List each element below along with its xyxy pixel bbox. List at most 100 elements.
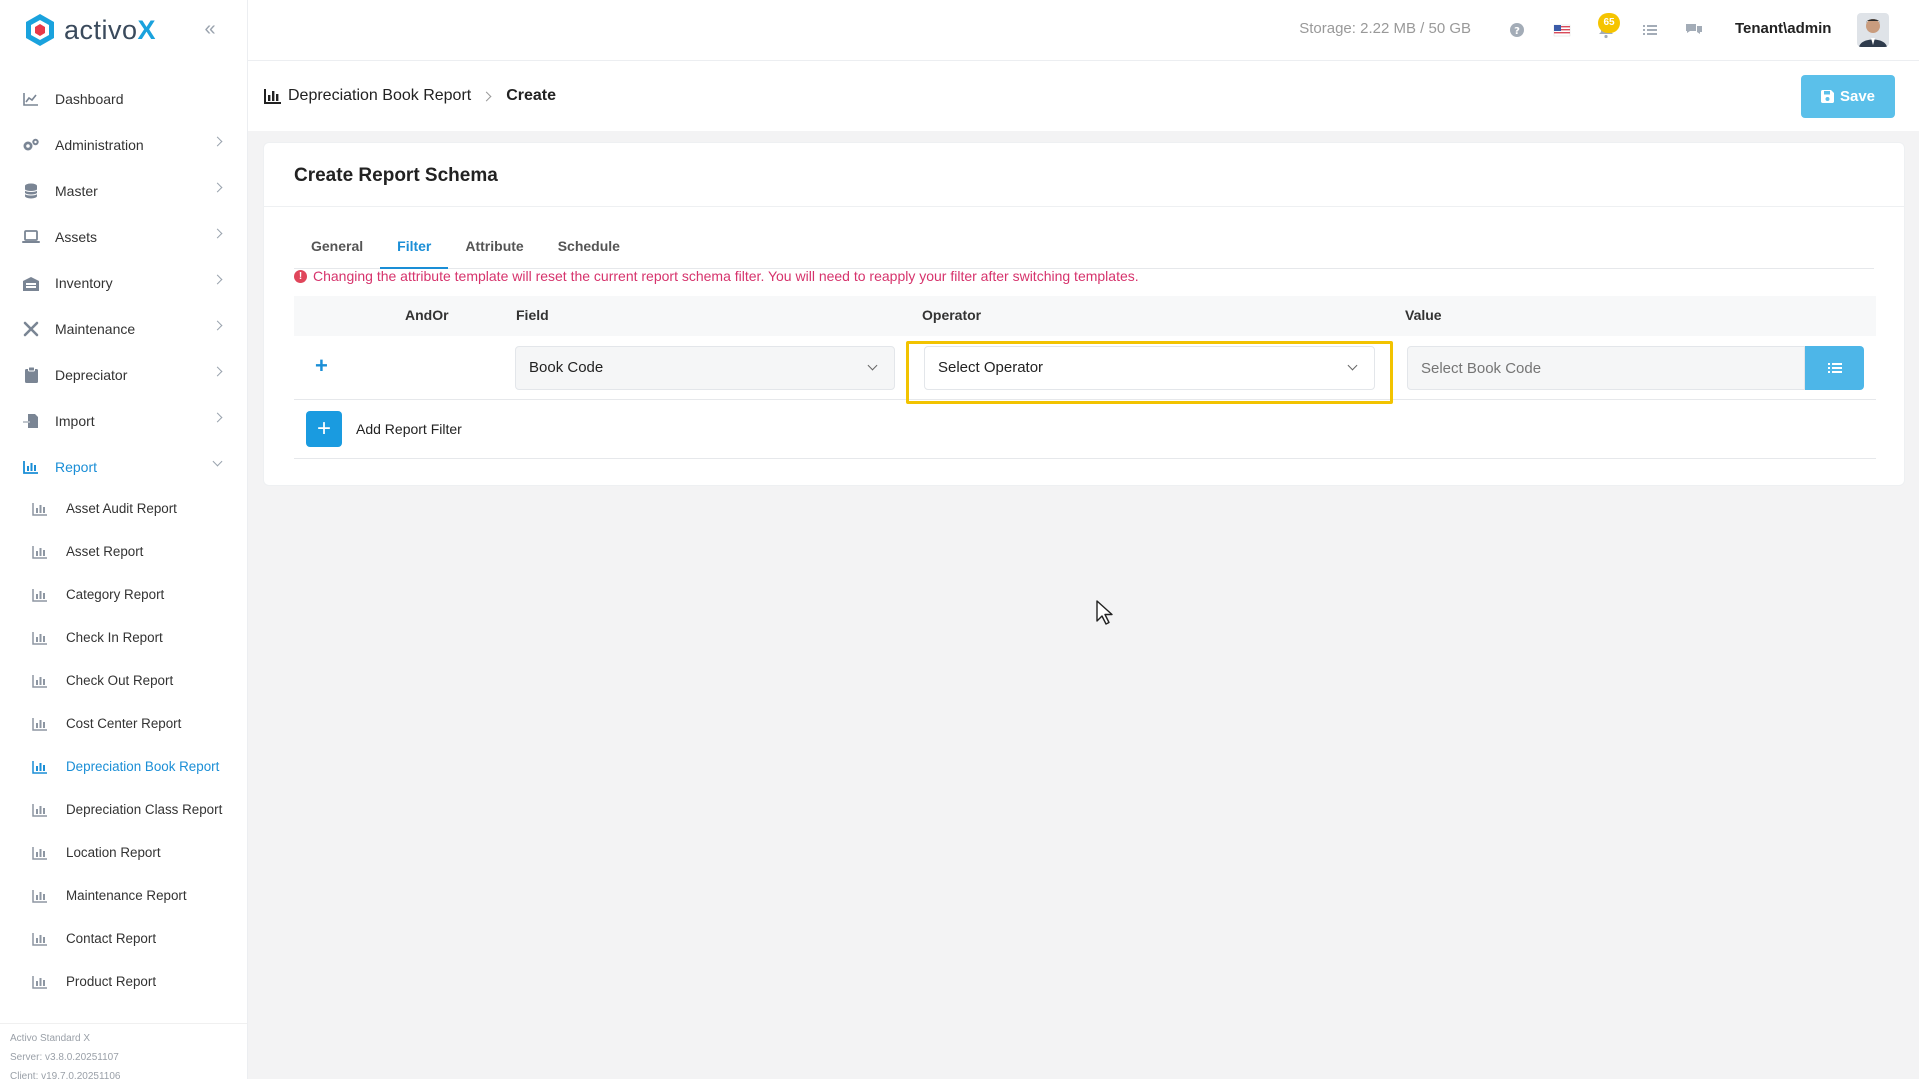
column-header-field: Field	[516, 307, 549, 323]
sidebar-item-label: Administration	[55, 137, 144, 153]
floppy-disk-icon	[1820, 90, 1834, 103]
tab-attribute[interactable]: Attribute	[448, 223, 540, 268]
chevron-right-icon	[212, 136, 223, 147]
sidebar-subitem-maintenance-report[interactable]: Maintenance Report	[0, 877, 247, 920]
sidebar-subitem-cost-center-report[interactable]: Cost Center Report	[0, 705, 247, 748]
chevron-right-icon	[212, 320, 223, 331]
sidebar-item-label: Dashboard	[55, 91, 124, 107]
sidebar-nav: Dashboard Administration Master Assets I…	[0, 76, 247, 1006]
value-input[interactable]	[1407, 346, 1805, 390]
database-icon	[22, 182, 40, 200]
sidebar-item-label: Assets	[55, 229, 98, 245]
value-picker-button[interactable]	[1805, 346, 1864, 390]
tab-bar: General Filter Attribute Schedule	[294, 223, 1874, 269]
sidebar-item-label: Master	[55, 183, 98, 199]
field-select-value: Book Code	[529, 359, 604, 376]
sidebar-subitem-contact-report[interactable]: Contact Report	[0, 920, 247, 963]
bar-chart-icon	[32, 804, 47, 817]
warning-text: Changing the attribute template will res…	[313, 268, 1139, 284]
chevron-right-icon	[212, 182, 223, 193]
sidebar-item-import[interactable]: Import	[0, 398, 247, 444]
column-header-andor: AndOr	[405, 307, 449, 323]
breadcrumb-current: Create	[506, 87, 557, 104]
sidebar-subitem-label: Check In Report	[66, 630, 163, 645]
file-import-icon	[22, 412, 40, 430]
table-row: + Book Code Select Operator	[294, 336, 1876, 404]
sidebar-item-administration[interactable]: Administration	[0, 122, 247, 168]
avatar[interactable]	[1857, 13, 1889, 47]
chevron-right-icon	[212, 412, 223, 423]
sidebar-item-report[interactable]: Report	[0, 444, 247, 490]
save-button-label: Save	[1839, 88, 1876, 105]
add-report-filter[interactable]: + Add Report Filter	[306, 411, 462, 447]
bar-chart-icon	[32, 890, 47, 903]
svg-text:?: ?	[1514, 26, 1520, 37]
bar-chart-icon	[32, 761, 47, 774]
tab-general[interactable]: General	[294, 223, 380, 268]
sidebar-item-label: Report	[55, 459, 98, 475]
sidebar-subitem-asset-audit-report[interactable]: Asset Audit Report	[0, 490, 247, 533]
sidebar-subitem-label: Maintenance Report	[66, 888, 187, 903]
bar-chart-icon	[32, 546, 47, 559]
chevron-right-icon	[212, 228, 223, 239]
version-edition: Activo Standard X	[10, 1033, 91, 1044]
version-server: Server: v3.8.0.20251107	[10, 1052, 119, 1063]
sidebar-item-dashboard[interactable]: Dashboard	[0, 76, 247, 122]
user-name[interactable]: Tenant\admin	[1735, 20, 1831, 37]
divider	[294, 458, 1876, 459]
add-filter-button[interactable]: +	[306, 411, 342, 447]
add-filter-label: Add Report Filter	[356, 421, 462, 437]
sidebar-subitem-label: Depreciation Book Report	[66, 759, 220, 774]
version-info: Activo Standard X Server: v3.8.0.2025110…	[0, 1023, 247, 1079]
sidebar-subitem-product-report[interactable]: Product Report	[0, 963, 247, 1006]
mouse-cursor-icon	[1096, 600, 1113, 625]
sidebar-subitem-category-report[interactable]: Category Report	[0, 576, 247, 619]
sidebar-subitem-depreciation-class-report[interactable]: Depreciation Class Report	[0, 791, 247, 834]
sidebar-subitem-label: Location Report	[66, 845, 161, 860]
sidebar-item-master[interactable]: Master	[0, 168, 247, 214]
sidebar-subitem-depreciation-book-report[interactable]: Depreciation Book Report	[0, 748, 247, 791]
topbar: Storage: 2.22 MB / 50 GB	[248, 0, 1919, 61]
operator-select[interactable]: Select Operator	[924, 346, 1375, 390]
sidebar-subitem-label: Asset Audit Report	[66, 501, 177, 516]
us-flag-icon[interactable]	[1553, 21, 1571, 39]
operator-select-value: Select Operator	[938, 359, 1044, 376]
column-header-value: Value	[1405, 307, 1442, 323]
tab-filter[interactable]: Filter	[380, 223, 449, 269]
add-group-plus-icon[interactable]: +	[315, 353, 328, 379]
sidebar-item-inventory[interactable]: Inventory	[0, 260, 247, 306]
breadcrumb-parent[interactable]: Depreciation Book Report	[288, 87, 471, 105]
sidebar-subitem-label: Asset Report	[66, 544, 144, 559]
sidebar-item-maintenance[interactable]: Maintenance	[0, 306, 247, 352]
breadcrumb: Depreciation Book Report Create	[264, 87, 556, 105]
collapse-sidebar-icon[interactable]: «	[199, 18, 221, 40]
sidebar-item-depreciator[interactable]: Depreciator	[0, 352, 247, 398]
sidebar-item-assets[interactable]: Assets	[0, 214, 247, 260]
brand-name: activoX	[64, 14, 157, 45]
filter-table-header: AndOr Field Operator Value	[294, 296, 1876, 336]
bar-chart-icon	[32, 718, 47, 731]
sidebar-subitem-label: Check Out Report	[66, 673, 174, 688]
sidebar-item-label: Depreciator	[55, 367, 128, 383]
help-icon[interactable]: ?	[1508, 21, 1526, 39]
save-button[interactable]: Save	[1801, 75, 1895, 118]
sidebar-subitem-check-in-report[interactable]: Check In Report	[0, 619, 247, 662]
sidebar-subitem-asset-report[interactable]: Asset Report	[0, 533, 247, 576]
laptop-icon	[22, 228, 40, 246]
list-filter-icon	[1827, 363, 1842, 373]
sidebar-subitem-label: Product Report	[66, 974, 157, 989]
bar-chart-icon	[32, 847, 47, 860]
sidebar-subitem-label: Depreciation Class Report	[66, 802, 223, 817]
sidebar-item-label: Import	[55, 413, 95, 429]
sidebar-subitem-check-out-report[interactable]: Check Out Report	[0, 662, 247, 705]
task-list-icon[interactable]	[1641, 21, 1659, 39]
sidebar-subitem-location-report[interactable]: Location Report	[0, 834, 247, 877]
chevron-down-icon	[867, 360, 878, 371]
storage-usage: Storage: 2.22 MB / 50 GB	[1299, 20, 1471, 37]
field-select[interactable]: Book Code	[515, 346, 895, 390]
chat-icon[interactable]	[1685, 21, 1703, 39]
chevron-down-icon	[212, 456, 223, 467]
card-title: Create Report Schema	[294, 165, 498, 186]
divider	[264, 206, 1904, 207]
tab-schedule[interactable]: Schedule	[541, 223, 637, 268]
